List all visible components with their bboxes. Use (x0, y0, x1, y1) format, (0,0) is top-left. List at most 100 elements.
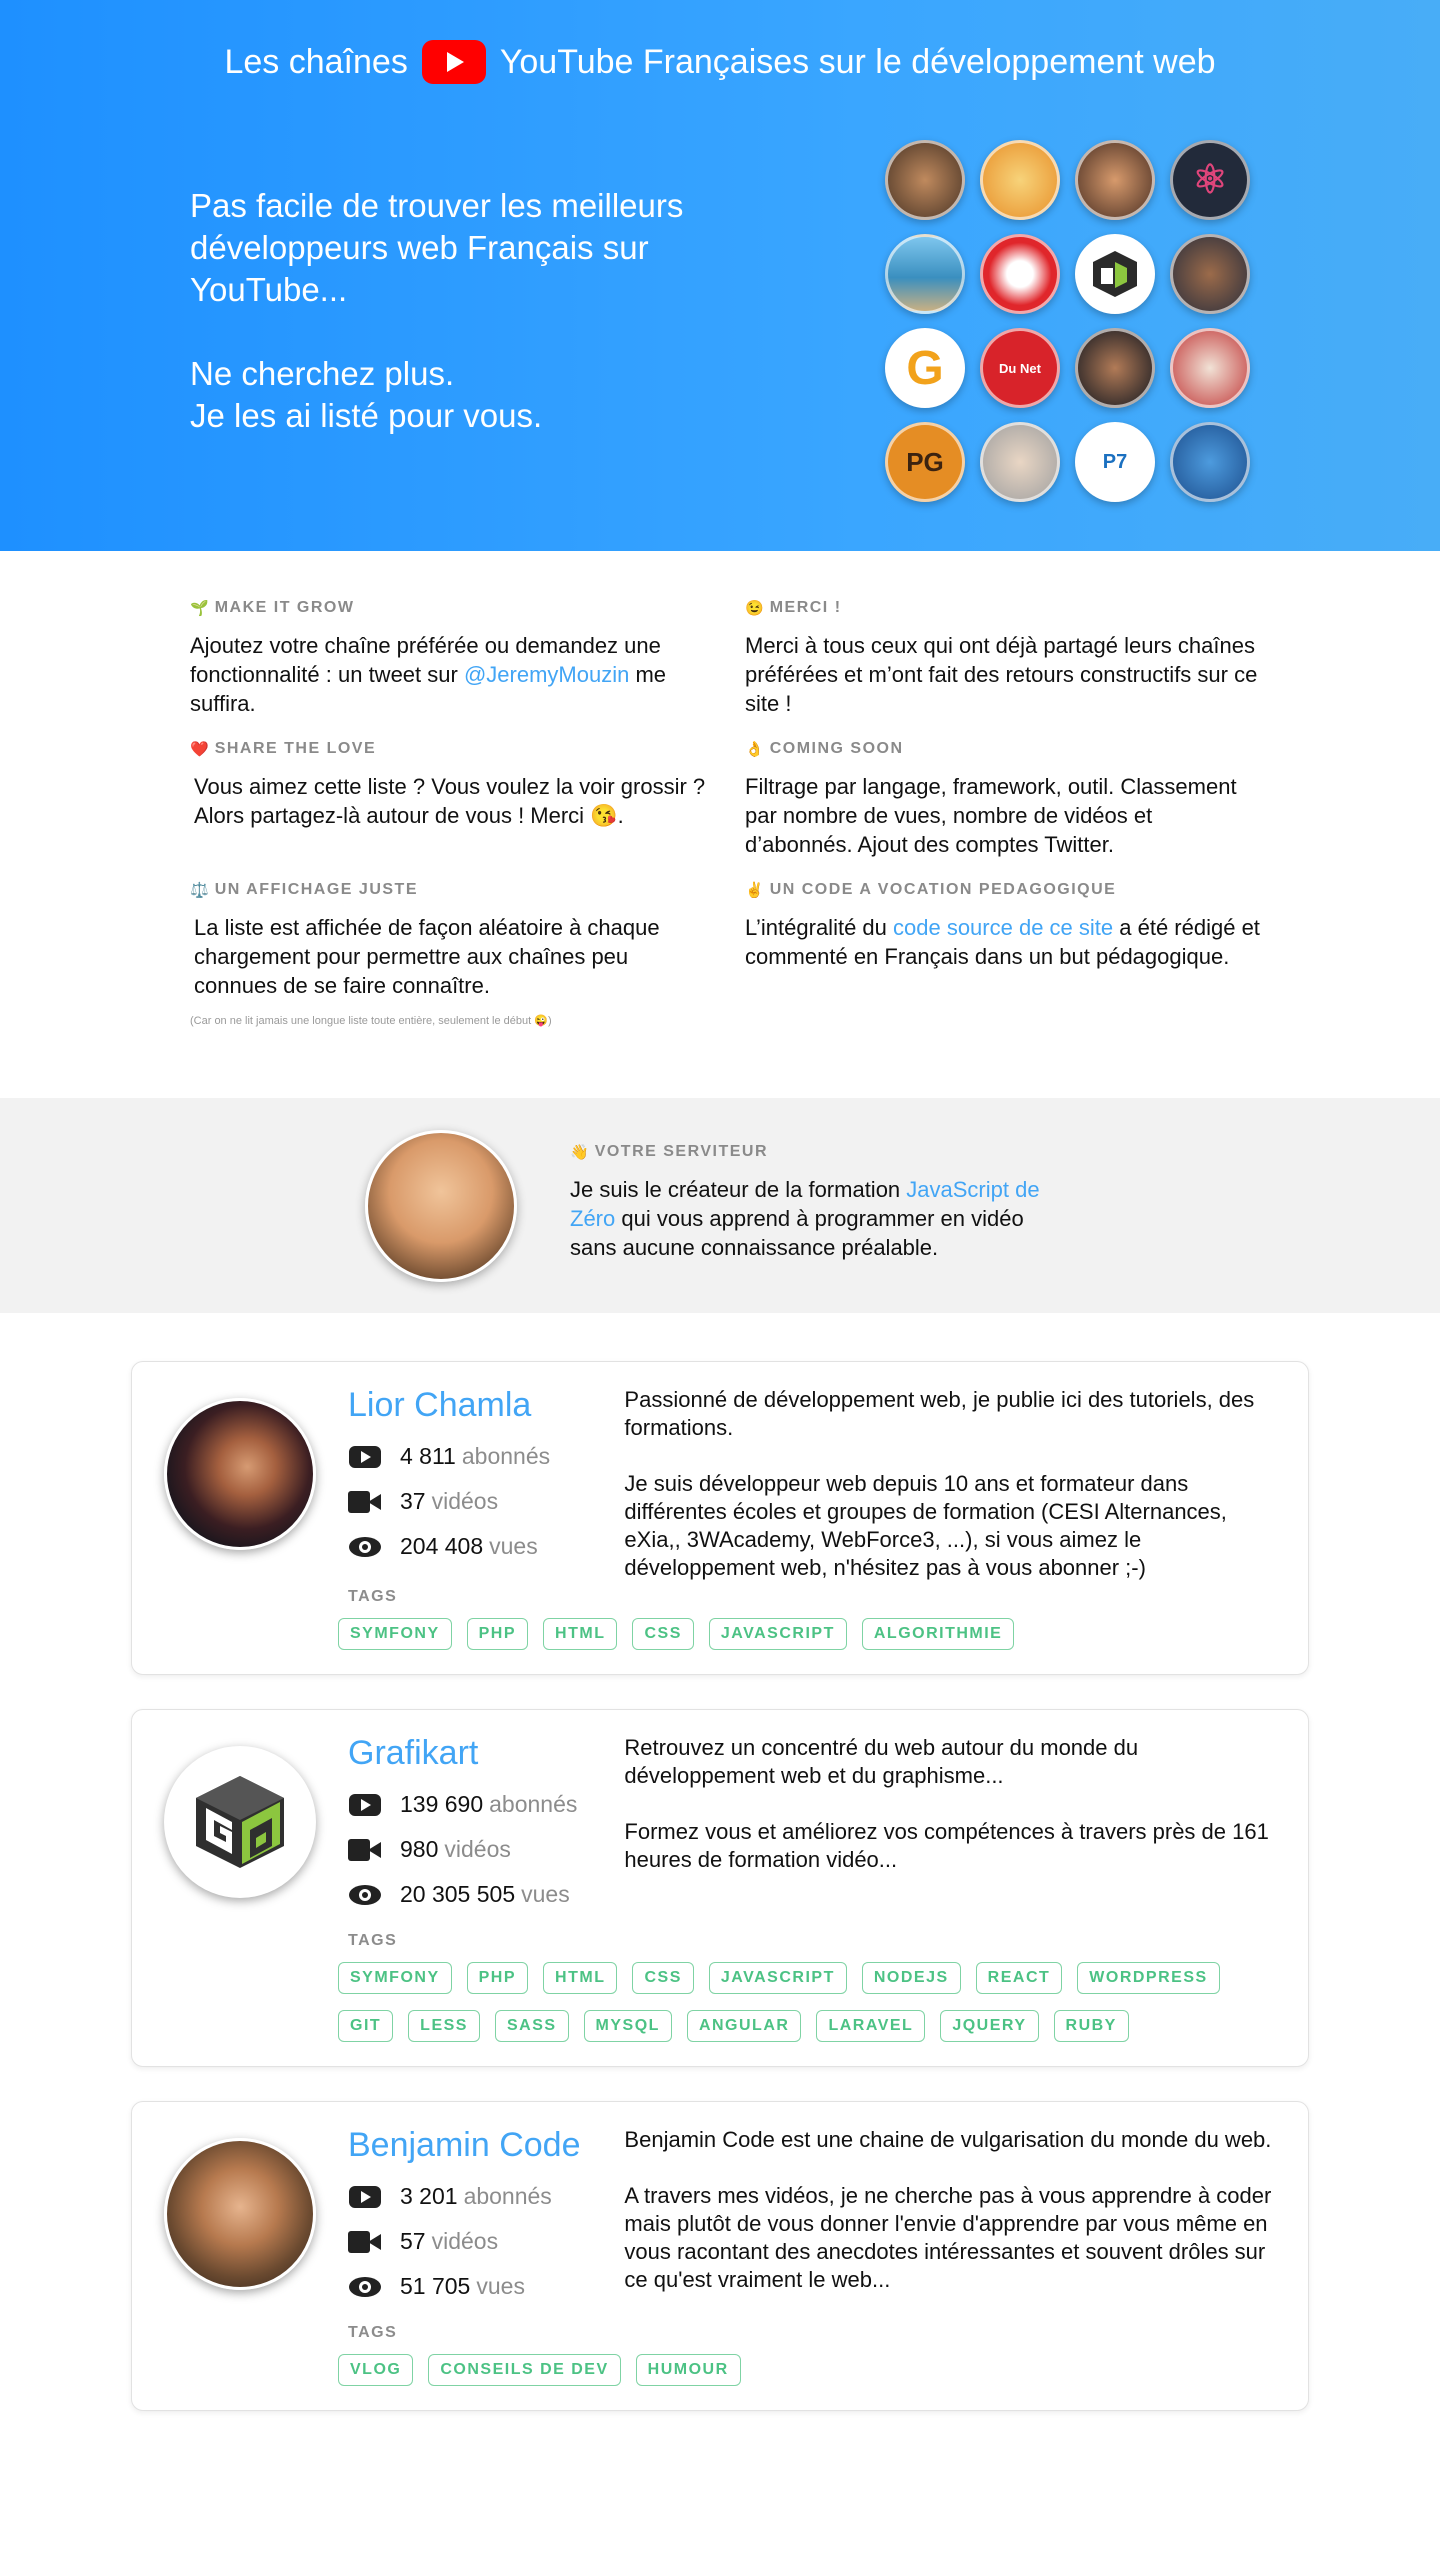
description-paragraph: A travers mes vidéos, je ne cherche pas … (624, 2183, 1272, 2292)
tag-badge[interactable]: SYMFONY (338, 1962, 452, 1994)
tag-badge[interactable]: JAVASCRIPT (708, 1618, 847, 1650)
channel-avatar[interactable]: ⚛ (1170, 140, 1250, 220)
channel-description: Passionné de développement web, je publi… (624, 1386, 1276, 1582)
channel-avatar[interactable]: G (885, 328, 965, 408)
views-label: vues (521, 1881, 570, 1907)
videos-stat: 37 vidéos (348, 1488, 624, 1515)
channel-avatar[interactable] (1170, 234, 1250, 314)
tag-badge[interactable]: ANGULAR (686, 2010, 802, 2042)
channel-name[interactable]: Lior Chamla (348, 1386, 624, 1425)
channel-avatar[interactable] (164, 1398, 316, 1550)
views-count: 204 408 (400, 1533, 484, 1559)
hero-intro: Pas facile de trouver les meilleurs déve… (190, 185, 790, 437)
videos-label: vidéos (431, 1488, 499, 1514)
title-suffix: YouTube Françaises sur le développement … (499, 42, 1216, 81)
youtube-icon (348, 1445, 382, 1468)
eye-icon (348, 2276, 382, 2297)
subscribers-label: abonnés (463, 2183, 552, 2209)
channel-avatar[interactable]: PG (885, 422, 965, 502)
videos-label: vidéos (444, 1836, 511, 1862)
info-text: La liste est affichée de façon aléatoire… (194, 915, 660, 998)
grafikart-logo-icon (196, 1776, 284, 1868)
channel-avatar[interactable]: Du Net (980, 328, 1060, 408)
channel-avatar[interactable] (164, 1746, 316, 1898)
tag-list: SYMFONY PHP HTML CSS JAVASCRIPT ALGORITHMIE (338, 1618, 1238, 1650)
subscribers-stat: 139 690 abonnés (348, 1791, 624, 1818)
views-label: vues (476, 2273, 525, 2299)
tag-badge[interactable]: PHP (466, 1618, 529, 1650)
hero-cta-line2: Je les ai listé pour vous. (190, 397, 543, 434)
channel-list: Lior Chamla 4 811 abonnés 37 vidéos 204 40… (0, 1313, 1440, 2475)
tags-heading: TAGS (348, 1932, 398, 1949)
videos-stat: 980 vidéos (348, 1836, 624, 1863)
twitter-link[interactable]: @JeremyMouzin (464, 662, 629, 687)
hero-intro-cta: Ne cherchez plus. Je les ai listé pour v… (190, 353, 790, 437)
subscribers-label: abonnés (489, 1791, 578, 1817)
views-stat: 51 705 vues (348, 2273, 624, 2300)
subscribers-stat: 3 201 abonnés (348, 2183, 624, 2210)
channel-avatar[interactable] (980, 140, 1060, 220)
tag-badge[interactable]: HTML (543, 1962, 618, 1994)
source-code-link[interactable]: code source de ce site (893, 915, 1113, 940)
tag-badge[interactable]: MYSQL (583, 2010, 672, 2042)
channel-avatar[interactable] (885, 234, 965, 314)
tag-badge[interactable]: LESS (408, 2010, 480, 2042)
author-title: VOTRE SERVITEUR (594, 1143, 769, 1160)
info-footnote: (Car on ne lit jamais une longue liste t… (190, 1015, 552, 1027)
info-share: ❤️ SHARE THE LOVE Vous aimez cette liste … (190, 740, 745, 859)
author-text: qui vous apprend à programmer en vidéo s… (570, 1206, 1024, 1260)
tag-badge[interactable]: WORDPRESS (1077, 1962, 1220, 1994)
channel-avatar-grid: ⚛ G Du Net PG P7 (885, 140, 1250, 502)
channel-avatar[interactable] (980, 422, 1060, 502)
channel-avatar[interactable] (885, 140, 965, 220)
tag-badge[interactable]: REACT (975, 1962, 1063, 1994)
tag-badge[interactable]: VLOG (338, 2354, 414, 2386)
channel-avatar[interactable] (1075, 140, 1155, 220)
tag-badge[interactable]: RUBY (1053, 2010, 1129, 2042)
channel-avatar[interactable] (164, 2138, 316, 2290)
tag-badge[interactable]: NODEJS (861, 1962, 961, 1994)
subscribers-count: 3 201 (400, 2183, 458, 2209)
tag-badge[interactable]: ALGORITHMIE (861, 1618, 1015, 1650)
channel-avatar[interactable] (980, 234, 1060, 314)
tag-badge[interactable]: JAVASCRIPT (708, 1962, 847, 1994)
info-coming-soon: 👌 COMING SOON Filtrage par langage, frame… (745, 740, 1265, 859)
channel-description: Retrouvez un concentré du web autour du … (624, 1734, 1276, 1926)
tag-badge[interactable]: JQUERY (940, 2010, 1039, 2042)
subscribers-label: abonnés (461, 1443, 551, 1469)
tag-badge[interactable]: GIT (338, 2010, 394, 2042)
tag-list: SYMFONY PHP HTML CSS JAVASCRIPT NODEJS REACT WO… (338, 1962, 1238, 2042)
tag-list: VLOG CONSEILS DE DEV HUMOUR (338, 2354, 1238, 2386)
tag-badge[interactable]: CSS (632, 1962, 694, 1994)
subscribers-count: 4 811 (400, 1443, 456, 1469)
channel-avatar[interactable] (1170, 328, 1250, 408)
tag-badge[interactable]: LARAVEL (816, 2010, 926, 2042)
tags-heading: TAGS (348, 1588, 398, 1605)
page-title: Les chaînes YouTube Françaises sur le dé… (0, 40, 1440, 84)
subscribers-stat: 4 811 abonnés (348, 1443, 624, 1470)
tag-badge[interactable]: SYMFONY (338, 1618, 452, 1650)
title-prefix: Les chaînes (224, 42, 408, 81)
tag-badge[interactable]: PHP (466, 1962, 529, 1994)
channel-name[interactable]: Grafikart (348, 1734, 624, 1773)
channel-avatar[interactable] (1170, 422, 1250, 502)
wink-icon: 😉 (745, 600, 764, 617)
description-paragraph: Benjamin Code est une chaine de vulgaris… (624, 2127, 1272, 2152)
tag-badge[interactable]: SASS (494, 2010, 569, 2042)
description-paragraph: Passionné de développement web, je publi… (624, 1387, 1255, 1440)
channel-avatar[interactable]: P7 (1075, 422, 1155, 502)
info-text: L’intégralité du (745, 915, 893, 940)
subscribers-count: 139 690 (400, 1791, 484, 1817)
channel-name[interactable]: Benjamin Code (348, 2126, 624, 2165)
channel-avatar[interactable] (1075, 328, 1155, 408)
tag-badge[interactable]: CSS (632, 1618, 694, 1650)
tag-badge[interactable]: HTML (543, 1618, 618, 1650)
info-title: MAKE IT GROW (214, 599, 355, 616)
channel-avatar[interactable] (1075, 234, 1155, 314)
tag-badge[interactable]: HUMOUR (635, 2354, 741, 2386)
tag-badge[interactable]: CONSEILS DE DEV (428, 2354, 621, 2386)
eye-icon (348, 1884, 382, 1905)
waving-hand-icon: 👋 (570, 1144, 589, 1161)
video-camera-icon (348, 1490, 382, 1513)
author-avatar (365, 1130, 517, 1282)
